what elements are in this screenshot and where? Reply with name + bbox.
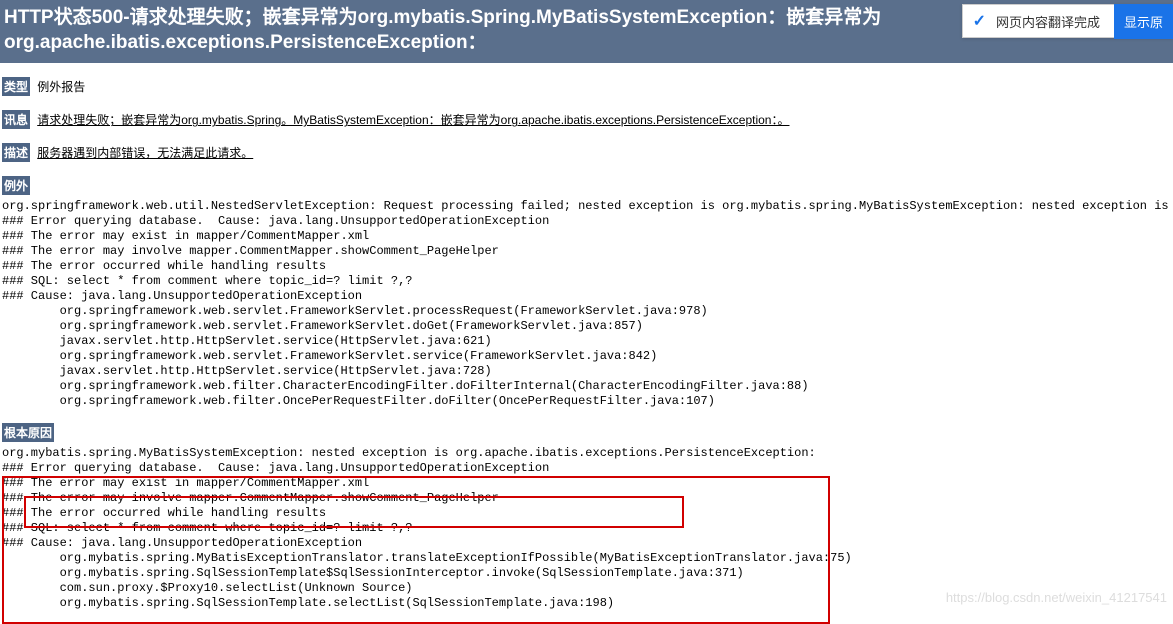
exception-section: 例外 bbox=[2, 176, 1173, 195]
show-original-button[interactable]: 显示原 bbox=[1114, 4, 1173, 39]
exception-label: 例外 bbox=[2, 176, 30, 195]
message-text: 请求处理失败；嵌套异常为org.mybatis.Spring。MyBatisSy… bbox=[37, 113, 789, 127]
message-section: 讯息 请求处理失败；嵌套异常为org.mybatis.Spring。MyBati… bbox=[2, 110, 1173, 129]
page-title: HTTP状态500-请求处理失败；嵌套异常为org.mybatis.Spring… bbox=[4, 7, 881, 53]
message-label: 讯息 bbox=[2, 110, 30, 129]
root-cause-label: 根本原因 bbox=[2, 423, 54, 442]
translate-message: 网页内容翻译完成 bbox=[996, 12, 1100, 31]
type-text: 例外报告 bbox=[37, 80, 85, 94]
description-label: 描述 bbox=[2, 143, 30, 162]
type-section: 类型 例外报告 bbox=[2, 77, 1173, 96]
exception-stacktrace: org.springframework.web.util.NestedServl… bbox=[2, 199, 1173, 409]
check-icon: ✓ bbox=[973, 11, 986, 31]
description-text: 服务器遇到内部错误，无法满足此请求。 bbox=[37, 146, 253, 160]
translate-notification-bar: ✓ 网页内容翻译完成 显示原 bbox=[962, 4, 1173, 38]
highlight-box-inner bbox=[24, 496, 684, 528]
type-label: 类型 bbox=[2, 77, 30, 96]
description-section: 描述 服务器遇到内部错误，无法满足此请求。 bbox=[2, 143, 1173, 162]
root-cause-section: 根本原因 bbox=[2, 423, 1173, 442]
